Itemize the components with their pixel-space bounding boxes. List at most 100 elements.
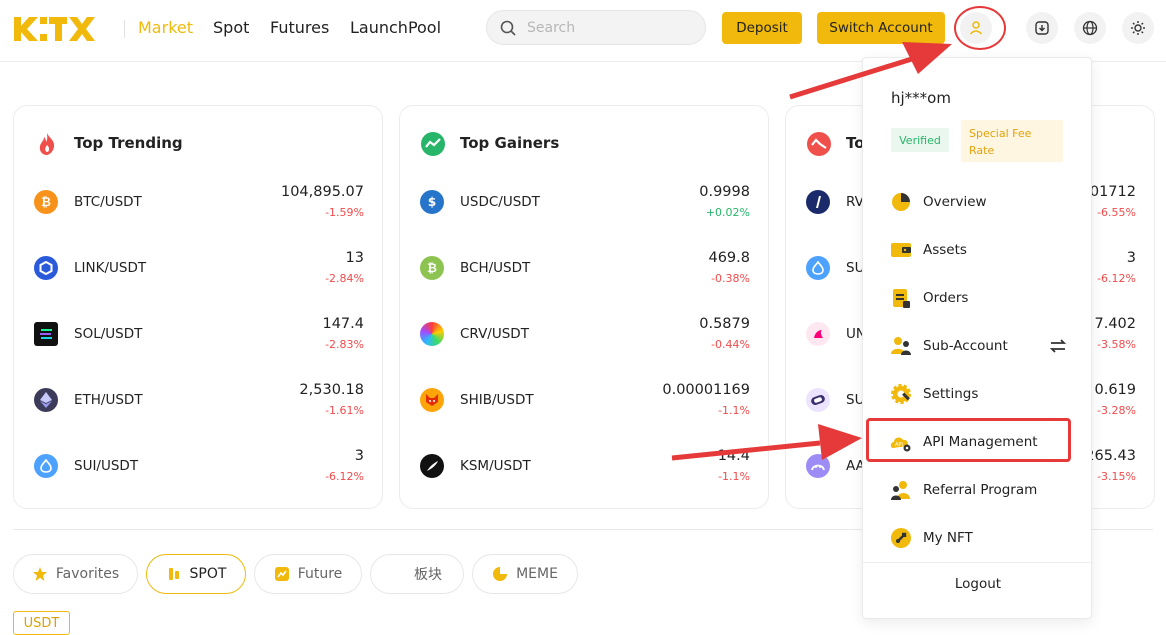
change: -1.59%: [325, 206, 364, 219]
pair-name: KSM/USDT: [460, 458, 531, 474]
menu-item-my-nft[interactable]: My NFT: [863, 518, 1093, 558]
username: hj***om: [891, 89, 951, 107]
theme-toggle-button[interactable]: [1122, 12, 1154, 44]
switch-account-button[interactable]: Switch Account: [817, 12, 945, 44]
logout-button[interactable]: Logout: [863, 576, 1093, 592]
nav-launchpool[interactable]: LaunchPool: [350, 18, 441, 37]
nav-spot[interactable]: Spot: [213, 18, 249, 37]
price: 147.4: [322, 316, 364, 332]
special-fee-badge: Special Fee Rate: [961, 120, 1063, 162]
menu-item-overview[interactable]: Overview: [863, 182, 1093, 222]
search-icon: [500, 20, 516, 36]
switch-arrows-icon[interactable]: [1049, 338, 1067, 354]
card-title: Top Trending: [74, 134, 183, 152]
price: 104,895.07: [280, 184, 364, 200]
deposit-button[interactable]: Deposit: [722, 12, 802, 44]
tab-future[interactable]: Future: [254, 554, 362, 594]
spot-icon: [168, 568, 179, 580]
menu-item-label: My NFT: [923, 530, 973, 546]
tab-spot[interactable]: SPOT: [146, 554, 246, 594]
tab-label: SPOT: [189, 566, 227, 582]
top-gainers-card: Top Gainers $ USDC/USDT 0.9998 +0.02% ₿ …: [399, 105, 769, 509]
btc-icon: ₿: [34, 190, 58, 214]
market-row[interactable]: CRV/USDT 0.5879 -0.44%: [400, 316, 770, 384]
tab-label: Future: [297, 566, 343, 582]
trend-down-icon: [807, 132, 831, 156]
change: -1.61%: [325, 404, 364, 417]
change: -2.83%: [325, 338, 364, 351]
download-button[interactable]: [1026, 12, 1058, 44]
tab-label: MEME: [516, 566, 558, 582]
price: 3: [1126, 250, 1136, 266]
nav-market[interactable]: Market: [138, 18, 193, 37]
orders-icon: [893, 289, 910, 308]
annotation-circle: [954, 6, 1006, 50]
change: -0.44%: [711, 338, 750, 351]
nav-futures[interactable]: Futures: [270, 18, 329, 37]
menu-item-orders[interactable]: Orders: [863, 278, 1093, 318]
market-row[interactable]: SUI/USDT 3 -6.12%: [14, 448, 384, 516]
pair-name: ETH/USDT: [74, 392, 143, 408]
search-box[interactable]: [486, 10, 706, 45]
change: -3.28%: [1097, 404, 1136, 417]
quote-filter-usdt[interactable]: USDT: [13, 611, 70, 635]
price: 469.8: [708, 250, 750, 266]
download-icon: [1035, 21, 1049, 35]
pair-name: USDC/USDT: [460, 194, 540, 210]
price: 0.00001169: [662, 382, 750, 398]
tab-label: 板块: [414, 567, 442, 583]
market-row[interactable]: SHIB/USDT 0.00001169 -1.1%: [400, 382, 770, 450]
price: 2,530.18: [299, 382, 364, 398]
tab-label: Favorites: [55, 566, 120, 582]
market-row[interactable]: ₿ BTC/USDT 104,895.07 -1.59%: [14, 184, 384, 252]
shib-icon: [420, 388, 444, 412]
wallet-icon: [891, 243, 911, 257]
star-icon: [32, 567, 47, 581]
top-header: Market Spot Futures LaunchPool Deposit S…: [0, 0, 1166, 62]
change: -1.1%: [718, 404, 750, 417]
referral-icon: [891, 481, 910, 500]
change: -6.55%: [1097, 206, 1136, 219]
sushi-icon: [806, 388, 830, 412]
pair-name: SUI/USDT: [74, 458, 139, 474]
link-icon: [34, 256, 58, 280]
price: 14.4: [717, 448, 750, 464]
user-dropdown-menu: hj***om Verified Special Fee Rate Overvi…: [862, 57, 1093, 619]
top-trending-card: Top Trending ₿ BTC/USDT 104,895.07 -1.59…: [13, 105, 383, 509]
globe-icon: [1082, 20, 1098, 36]
search-input[interactable]: [527, 18, 687, 38]
change: -3.15%: [1097, 470, 1136, 483]
menu-item-label: Referral Program: [923, 482, 1038, 498]
pair-name: CRV/USDT: [460, 326, 529, 342]
ksm-icon: [420, 454, 444, 478]
bch-icon: ₿: [420, 256, 444, 280]
tab-meme[interactable]: MEME: [472, 554, 578, 594]
market-row[interactable]: ₿ BCH/USDT 469.8 -0.38%: [400, 250, 770, 318]
menu-item-assets[interactable]: Assets: [863, 230, 1093, 270]
market-row[interactable]: LINK/USDT 13 -2.84%: [14, 250, 384, 318]
menu-item-label: Settings: [923, 386, 979, 402]
tab-sectors[interactable]: 板块: [370, 554, 464, 594]
market-row[interactable]: $ USDC/USDT 0.9998 +0.02%: [400, 184, 770, 252]
menu-item-sub-account[interactable]: Sub-Account: [863, 326, 1093, 366]
change: -6.12%: [1097, 272, 1136, 285]
sub-account-icon: [891, 337, 911, 355]
tab-favorites[interactable]: Favorites: [13, 554, 138, 594]
market-row[interactable]: KSM/USDT 14.4 -1.1%: [400, 448, 770, 516]
ktx-logo[interactable]: [12, 14, 96, 44]
menu-item-label: Sub-Account: [923, 338, 1008, 354]
meme-icon: [493, 567, 508, 581]
menu-item-referral-program[interactable]: Referral Program: [863, 470, 1093, 510]
market-row[interactable]: ETH/USDT 2,530.18 -1.61%: [14, 382, 384, 450]
market-row[interactable]: SOL/USDT 147.4 -2.83%: [14, 316, 384, 384]
sui-icon: [34, 454, 58, 478]
price: 0.619: [1094, 382, 1136, 398]
pair-name: LINK/USDT: [74, 260, 147, 276]
eth-icon: [34, 388, 58, 412]
settings-icon: [891, 384, 911, 404]
sol-icon: [34, 322, 58, 346]
price: 0.9998: [699, 184, 750, 200]
future-icon: [274, 567, 289, 581]
language-button[interactable]: [1074, 12, 1106, 44]
menu-item-settings[interactable]: Settings: [863, 374, 1093, 414]
